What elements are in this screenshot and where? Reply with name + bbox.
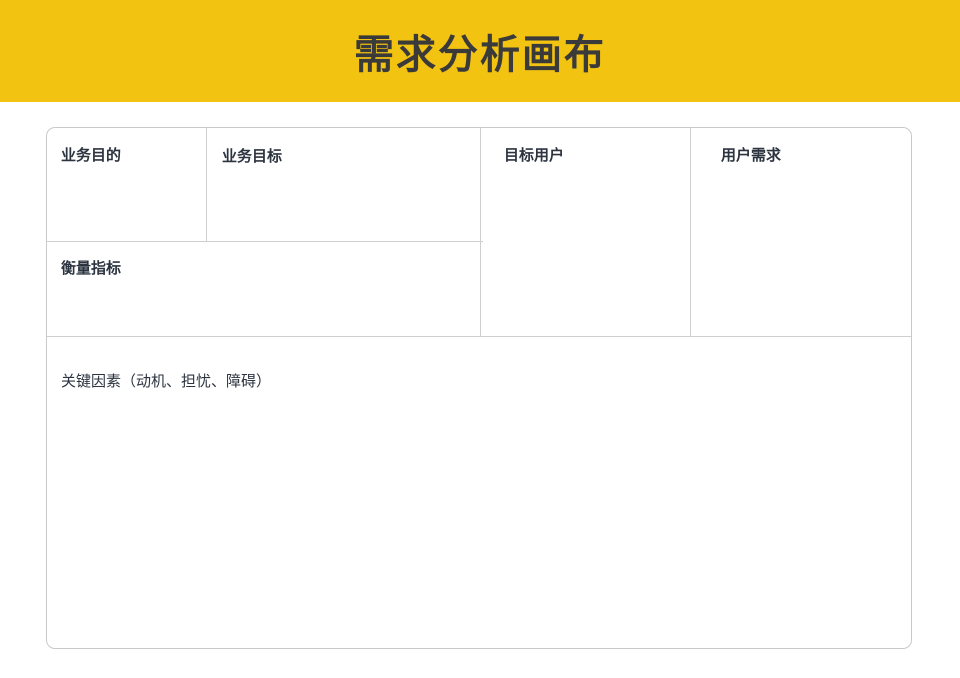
key-factors-label: 关键因素（动机、担忧、障碍）	[61, 372, 272, 390]
divider-vertical-2	[480, 128, 481, 337]
analysis-canvas: 业务目的 业务目标 目标用户 用户需求 衡量指标 关键因素（动机、担忧、障碍）	[46, 127, 912, 649]
user-needs-label: 用户需求	[721, 146, 782, 164]
divider-vertical-1	[206, 128, 207, 241]
metrics-label: 衡量指标	[61, 259, 122, 277]
divider-horizontal-2	[47, 336, 911, 337]
business-goal-label: 业务目标	[222, 147, 283, 165]
divider-horizontal-1	[47, 241, 483, 242]
divider-vertical-3	[690, 128, 691, 337]
page-title: 需求分析画布	[354, 32, 606, 78]
business-purpose-label: 业务目的	[61, 146, 122, 164]
header-banner: 需求分析画布	[0, 0, 960, 102]
target-users-label: 目标用户	[504, 146, 565, 164]
